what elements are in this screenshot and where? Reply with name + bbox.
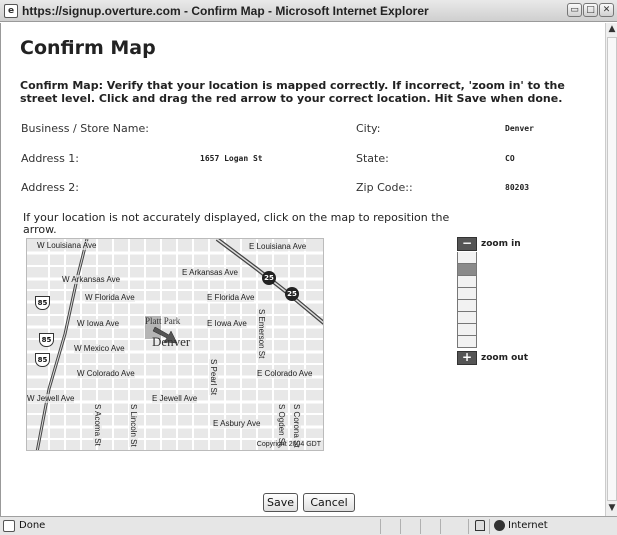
- zoom-level-step[interactable]: [457, 300, 477, 312]
- street-label: W Iowa Ave: [77, 319, 120, 328]
- status-text: Done: [19, 520, 46, 531]
- zoom-out-label[interactable]: zoom out: [481, 353, 528, 363]
- status-divider: [468, 519, 469, 534]
- page-title: Confirm Map: [20, 37, 156, 59]
- zoom-level-step[interactable]: [457, 336, 477, 348]
- status-divider: [380, 519, 381, 534]
- street-label: E Arkansas Ave: [182, 268, 238, 277]
- street-label: E Iowa Ave: [207, 319, 247, 328]
- address1-label: Address 1:: [21, 152, 80, 165]
- city-label: City:: [356, 122, 381, 135]
- map-park-label: Platt Park: [145, 316, 181, 326]
- street-label: S Ogden St: [277, 404, 286, 446]
- status-divider: [420, 519, 421, 534]
- ie-icon: e: [4, 3, 18, 18]
- street-label: W Florida Ave: [85, 293, 135, 302]
- window-title: https://signup.overture.com - Confirm Ma…: [22, 3, 429, 18]
- maximize-button[interactable]: □: [583, 3, 598, 17]
- map-copyright: Copyright 2004 GDT: [256, 441, 321, 448]
- minimize-button[interactable]: ▭: [567, 3, 582, 17]
- zoom-level-step[interactable]: [457, 288, 477, 300]
- zoom-slider[interactable]: [457, 252, 477, 348]
- window-controls: ▭ □ ✕: [567, 3, 614, 17]
- zoom-level-step-active[interactable]: [457, 264, 477, 276]
- street-label: W Louisiana Ave: [37, 241, 97, 250]
- state-label: State:: [356, 152, 389, 165]
- us-route-shield-icon: 85: [39, 333, 54, 347]
- business-name-label: Business / Store Name:: [21, 122, 149, 135]
- instructions-text: Confirm Map: Verify that your location i…: [20, 79, 565, 105]
- street-label: W Arkansas Ave: [62, 275, 121, 284]
- lock-icon: [475, 520, 485, 531]
- interstate-shield-icon: 25: [262, 271, 276, 285]
- zip-code-value: 80203: [505, 183, 530, 192]
- location-map[interactable]: W Louisiana Ave E Louisiana Ave W Arkans…: [26, 238, 324, 451]
- close-button[interactable]: ✕: [599, 3, 614, 17]
- scroll-thumb[interactable]: [607, 37, 617, 501]
- zoom-level-step[interactable]: [457, 276, 477, 288]
- window-title-bar: e https://signup.overture.com - Confirm …: [0, 0, 617, 22]
- zoom-in-label[interactable]: zoom in: [481, 239, 521, 249]
- page-icon: [3, 520, 15, 532]
- status-divider: [400, 519, 401, 534]
- street-label: E Jewell Ave: [152, 394, 198, 403]
- street-label: S Pearl St: [209, 359, 218, 396]
- status-divider: [489, 519, 490, 534]
- map-city-label: Denver: [152, 334, 191, 349]
- street-label: E Louisiana Ave: [249, 242, 307, 251]
- status-divider: [440, 519, 441, 534]
- zip-code-label: Zip Code::: [356, 181, 413, 194]
- us-route-shield-icon: 85: [35, 353, 50, 367]
- security-zone-text: Internet: [508, 520, 548, 531]
- zoom-level-step[interactable]: [457, 252, 477, 264]
- street-label: S Lincoln St: [129, 404, 138, 447]
- zoom-level-step[interactable]: [457, 312, 477, 324]
- zoom-level-step[interactable]: [457, 324, 477, 336]
- map-hint-text: If your location is not accurately displ…: [23, 211, 450, 236]
- globe-icon: [494, 520, 505, 531]
- street-label: S Emerson St: [257, 309, 266, 359]
- cancel-button[interactable]: Cancel: [303, 493, 355, 512]
- status-bar: Done Internet: [0, 516, 617, 535]
- street-label: E Colorado Ave: [257, 369, 313, 378]
- us-route-shield-icon: 85: [35, 296, 50, 310]
- street-label: E Florida Ave: [207, 293, 255, 302]
- street-label: E Asbury Ave: [213, 419, 261, 428]
- page-content: Confirm Map Confirm Map: Verify that you…: [0, 23, 605, 516]
- zoom-in-button[interactable]: −: [457, 237, 477, 251]
- interstate-shield-icon: 25: [285, 287, 299, 301]
- scroll-up-button[interactable]: ▲: [606, 23, 617, 36]
- street-label: S Acoma St: [93, 404, 102, 446]
- save-button[interactable]: Save: [263, 493, 298, 512]
- vertical-scrollbar[interactable]: ▲ ▼: [605, 23, 617, 516]
- street-label: W Jewell Ave: [27, 394, 75, 403]
- state-value: CO: [505, 154, 515, 163]
- city-value: Denver: [505, 124, 534, 133]
- scroll-down-button[interactable]: ▼: [606, 502, 617, 515]
- address1-value: 1657 Logan St: [200, 154, 263, 163]
- street-label: W Colorado Ave: [77, 369, 135, 378]
- address2-label: Address 2:: [21, 181, 80, 194]
- street-label: W Mexico Ave: [74, 344, 125, 353]
- zoom-out-button[interactable]: +: [457, 351, 477, 365]
